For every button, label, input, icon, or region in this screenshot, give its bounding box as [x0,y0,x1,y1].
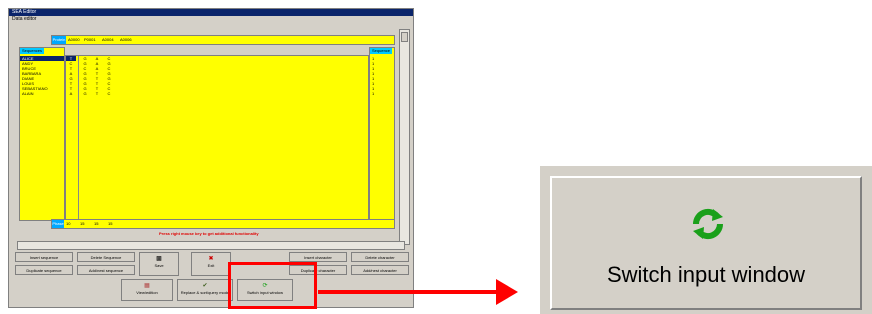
sequence-name[interactable]: ALAIN [20,91,64,96]
window-title: SEA Editor [9,9,413,16]
insert-sequence-button[interactable]: Insert sequence [15,252,73,262]
top-strip-label: Protein [52,36,66,44]
delete-sequence-button[interactable]: Delete Sequence [77,252,135,262]
add-nest-character-button[interactable]: Add/nest character [351,265,409,275]
top-strip: Protein A0000 P0001 A0004 A0006 [51,35,395,45]
sea-editor-window: SEA Editor Data editor Protein A0000 P00… [8,8,414,308]
right-value-panel: Sequence 1 1 1 1 1 1 1 1 [369,47,395,221]
save-button[interactable]: ▩ Save [139,252,179,276]
zoomed-switch-input-window-button[interactable]: Switch input window [550,176,862,310]
grid-cell[interactable]: A [66,91,76,96]
bottom-strip-label: Phase [52,220,64,228]
top-strip-cell[interactable]: A0004 [102,36,114,44]
menu-bar[interactable]: Data editor [9,16,413,22]
duplicate-sequence-button[interactable]: Duplicate sequence [15,265,73,275]
view-icon: ▦ [144,283,150,289]
right-panel-header: Sequence [370,48,393,54]
vertical-scrollbar[interactable] [399,29,410,245]
sequence-name-panel: Sequences ALICE ANDY BRUCE BARBARA DIANE… [19,47,65,221]
zoomed-button-label: Switch input window [606,262,806,287]
refresh-icon [692,208,724,240]
floppy-disk-icon: ▩ [156,256,162,262]
highlight-box [228,262,317,309]
view-edition-button[interactable]: ▦ View/edition [121,279,173,301]
bottom-strip-cell[interactable]: 15 [80,220,84,228]
exit-icon: ✖ [208,256,214,262]
top-strip-cell[interactable]: A0006 [120,36,132,44]
checkmark-icon: ✔ [202,283,208,289]
bottom-strip-cell[interactable]: 15 [94,220,98,228]
arrow-shaft [318,290,498,294]
bottom-strip-cell[interactable]: 10 [66,220,70,228]
sequence-panel-header: Sequences [20,48,45,54]
scrollbar-thumb[interactable] [401,32,408,42]
grid-cell[interactable]: C [104,91,114,96]
zoomed-view: Switch input window [540,166,872,314]
top-strip-cell[interactable]: P0001 [84,36,96,44]
top-strip-cell[interactable]: A0000 [68,36,80,44]
delete-character-button[interactable]: Delete character [351,252,409,262]
exit-button[interactable]: ✖ Exit [191,252,231,276]
bottom-strip-cell[interactable]: 15 [108,220,112,228]
hint-text: Press right mouse key to get additional … [159,231,259,236]
replace-sort-button[interactable]: ✔ Replace & sort/query mode [177,279,233,301]
horizontal-scrollbar[interactable] [17,241,405,250]
bottom-strip: Phase 10 15 15 15 [51,219,395,229]
add-nest-sequence-button[interactable]: Add/nest sequence [77,265,135,275]
insert-character-button[interactable]: Insert character [289,252,347,262]
grid-row: A G T C [66,91,368,96]
sequence-data-grid[interactable]: T G A C C G A G T C A C A G T G G G T G [65,55,369,221]
arrow-head [496,279,518,305]
grid-cell[interactable]: G [80,91,90,96]
right-value[interactable]: 1 [372,91,374,96]
grid-cell[interactable]: T [92,91,102,96]
